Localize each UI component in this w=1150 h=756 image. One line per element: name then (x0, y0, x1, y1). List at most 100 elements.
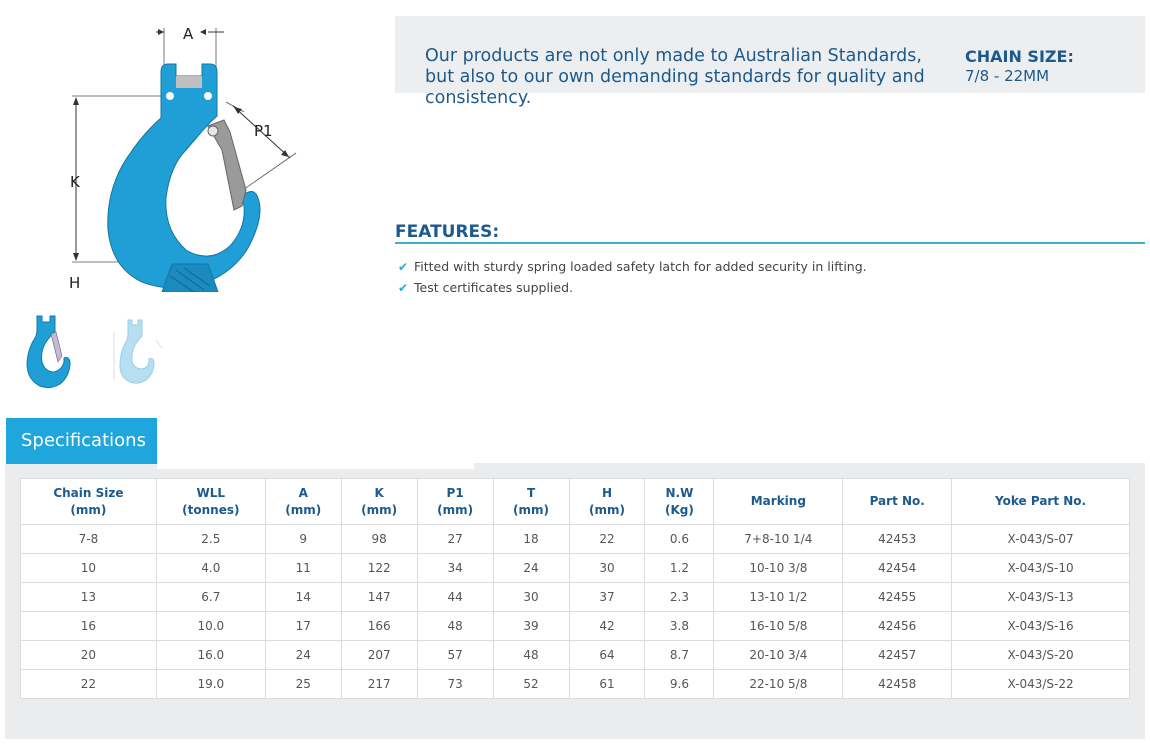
checkmark-icon: ✔ (398, 259, 409, 274)
table-cell: 48 (492, 640, 570, 670)
feature-item: ✔ Test certificates supplied. (398, 277, 867, 298)
hook-thumbnail-color-icon (26, 315, 71, 389)
table-cell: X-043/S-07 (951, 524, 1130, 554)
chain-size-label: CHAIN SIZE: (965, 47, 1074, 66)
table-cell: 10.0 (155, 611, 266, 641)
table-cell: 57 (416, 640, 494, 670)
column-header-label: T (526, 485, 536, 500)
feature-text: Fitted with sturdy spring loaded safety … (414, 258, 867, 274)
column-header: H (mm) (568, 478, 646, 525)
features-list: ✔ Fitted with sturdy spring loaded safet… (398, 256, 867, 298)
column-header-label: P1 (446, 485, 464, 500)
table-cell: 147 (340, 582, 418, 612)
table-cell: 13-10 1/2 (713, 582, 844, 612)
table-cell: 34 (416, 553, 494, 583)
table-cell: 42458 (842, 669, 953, 699)
table-row: 10 4.0 11 122 34 24 30 1.2 10-10 3/8 42454 X-043/S… (20, 553, 1130, 583)
column-header-label: WLL (196, 485, 226, 500)
table-cell: 16 (20, 611, 157, 641)
table-cell: 122 (340, 553, 418, 583)
column-header: Chain Size (mm) (20, 478, 157, 525)
table-cell: X-043/S-20 (951, 640, 1130, 670)
column-header: N.W (Kg) (644, 478, 715, 525)
table-cell: 42455 (842, 582, 953, 612)
column-header-label: Marking (750, 494, 806, 508)
table-row: 16 10.0 17 166 48 39 42 3.8 16-10 5/8 42456 X-043/… (20, 611, 1130, 641)
table-cell: 1.2 (644, 553, 715, 583)
table-cell: 37 (568, 582, 646, 612)
table-cell: 64 (568, 640, 646, 670)
table-cell: 18 (492, 524, 570, 554)
table-cell: 27 (416, 524, 494, 554)
clevis-hook-diagram: A K H P1 (69, 25, 297, 293)
dimension-label-h: H (69, 274, 80, 292)
table-cell: 6.7 (155, 582, 266, 612)
table-cell: 30 (492, 582, 570, 612)
table-row: 20 16.0 24 207 57 48 64 8.7 20-10 3/4 42457 X-043/… (20, 640, 1130, 670)
chain-size-value: 7/8 - 22MM (965, 67, 1050, 85)
product-main-image: A K H P1 (58, 20, 308, 293)
table-cell: 20 (20, 640, 157, 670)
column-header: Part No. (842, 478, 953, 525)
column-header-label: Yoke Part No. (995, 494, 1087, 508)
table-cell: 73 (416, 669, 494, 699)
table-cell: 11 (264, 553, 342, 583)
thumbnail-hook-color[interactable] (20, 310, 84, 392)
table-row: 13 6.7 14 147 44 30 37 2.3 13-10 1/2 42455 X-043/S… (20, 582, 1130, 612)
table-cell: 10-10 3/8 (713, 553, 844, 583)
table-cell: 7-8 (20, 524, 157, 554)
column-header-unit: (mm) (513, 502, 550, 517)
table-cell: 166 (340, 611, 418, 641)
table-cell: X-043/S-16 (951, 611, 1130, 641)
thumbnail-hook-diagram[interactable] (106, 310, 170, 392)
table-cell: 19.0 (155, 669, 266, 699)
table-cell: 4.0 (155, 553, 266, 583)
dimension-label-k: K (70, 173, 81, 191)
column-header-label: K (374, 485, 384, 500)
table-cell: 2.5 (155, 524, 266, 554)
table-cell: 10 (20, 553, 157, 583)
hook-thumbnail-diagram-icon (113, 319, 163, 384)
specifications-table: Chain Size (mm) WLL (tonnes) A (mm) K (mm) P1 (mm… (20, 478, 1130, 699)
table-cell: 9.6 (644, 669, 715, 699)
table-cell: 14 (264, 582, 342, 612)
column-header: P1 (mm) (416, 478, 494, 525)
column-header-label: Part No. (869, 494, 925, 508)
dimension-label-p1: P1 (254, 122, 273, 140)
table-row: 22 19.0 25 217 73 52 61 9.6 22-10 5/8 42458 X-043/… (20, 669, 1130, 699)
column-header-label: N.W (665, 485, 694, 500)
feature-item: ✔ Fitted with sturdy spring loaded safet… (398, 256, 867, 277)
table-cell: 16-10 5/8 (713, 611, 844, 641)
table-cell: 25 (264, 669, 342, 699)
column-header-unit: (mm) (437, 502, 474, 517)
table-cell: 7+8-10 1/4 (713, 524, 844, 554)
table-cell: 42454 (842, 553, 953, 583)
feature-text: Test certificates supplied. (414, 279, 573, 295)
table-cell: X-043/S-13 (951, 582, 1130, 612)
table-cell: 17 (264, 611, 342, 641)
table-body: 7-8 2.5 9 98 27 18 22 0.6 7+8-10 1/4 42453 X-043/S… (20, 524, 1130, 699)
column-header-label: H (601, 485, 612, 500)
table-cell: 30 (568, 553, 646, 583)
table-cell: 42457 (842, 640, 953, 670)
column-header: K (mm) (340, 478, 418, 525)
checkmark-icon: ✔ (398, 280, 409, 295)
column-header-label: Chain Size (53, 485, 124, 500)
column-header-unit: (mm) (361, 502, 398, 517)
table-cell: X-043/S-22 (951, 669, 1130, 699)
table-cell: 24 (492, 553, 570, 583)
table-cell: 2.3 (644, 582, 715, 612)
column-header-unit: (tonnes) (182, 502, 240, 517)
table-cell: 9 (264, 524, 342, 554)
column-header: T (mm) (492, 478, 570, 525)
table-cell: 24 (264, 640, 342, 670)
column-header-unit: (mm) (70, 502, 107, 517)
table-cell: 42 (568, 611, 646, 641)
features-title: FEATURES: (395, 222, 500, 242)
table-cell: 98 (340, 524, 418, 554)
table-cell: 42453 (842, 524, 953, 554)
column-header-unit: (mm) (588, 502, 625, 517)
column-header: Yoke Part No. (951, 478, 1130, 525)
tab-specifications[interactable]: Specifications (6, 418, 157, 464)
table-cell: 217 (340, 669, 418, 699)
